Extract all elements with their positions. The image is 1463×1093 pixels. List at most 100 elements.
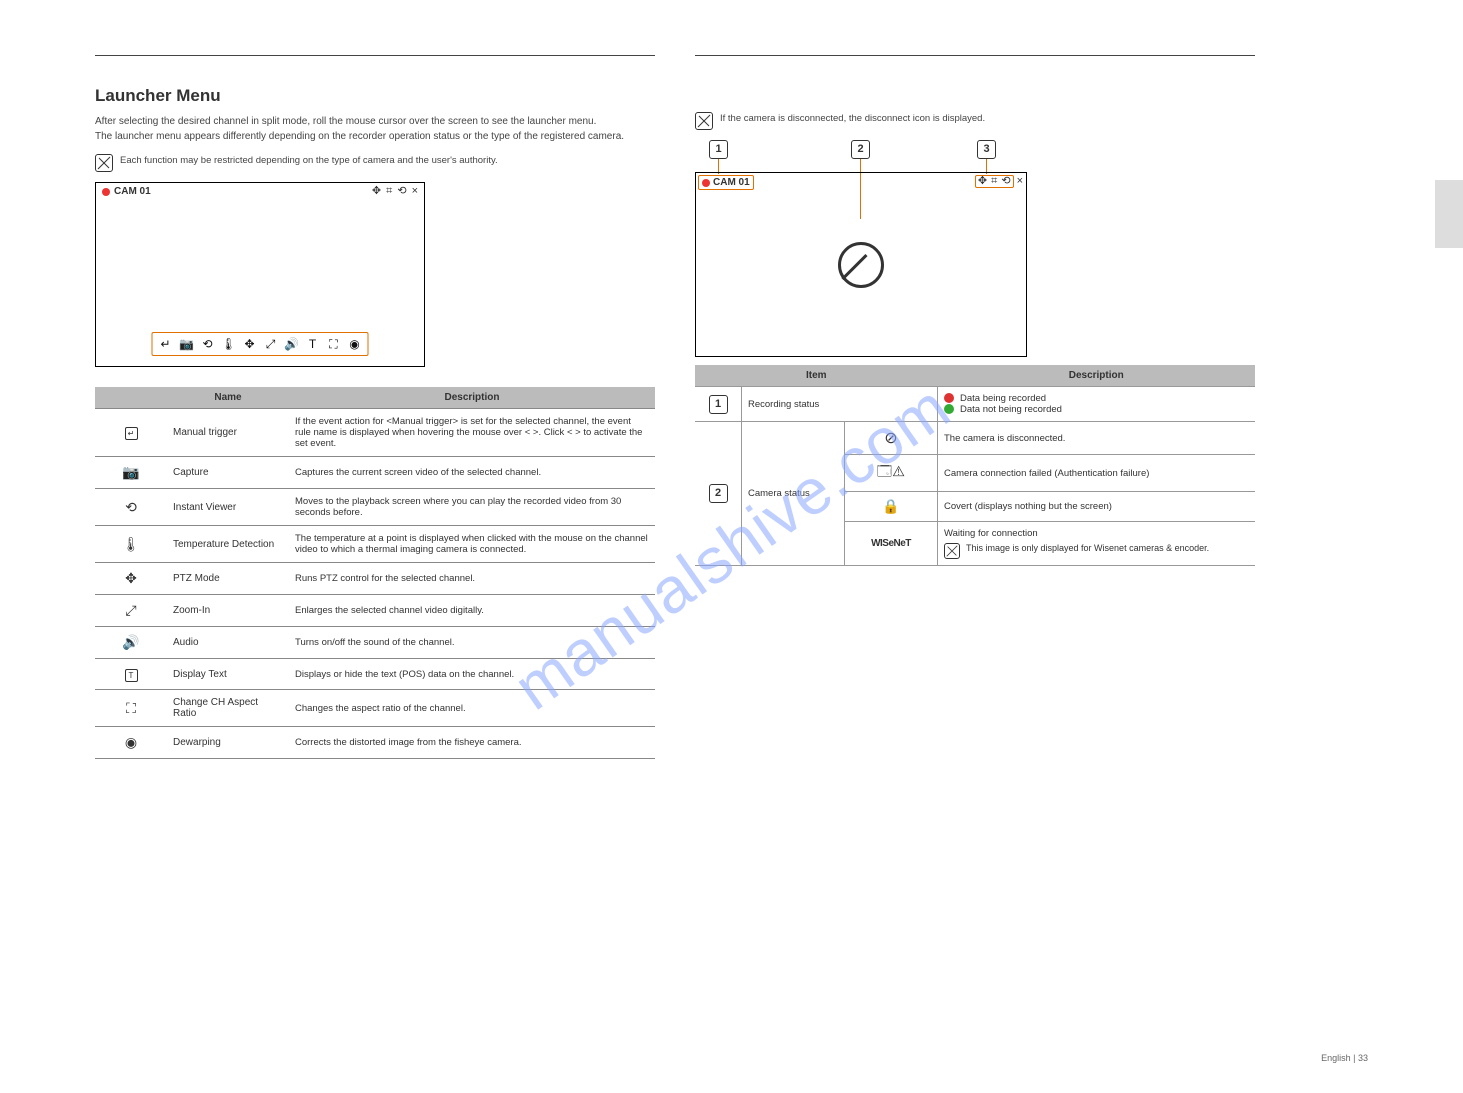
- ptz-icon: ✥: [243, 337, 257, 351]
- thermometer-icon: 🌡: [222, 337, 236, 351]
- ptz-icon: ✥: [95, 563, 167, 595]
- cell-desc: Displays or hide the text (POS) data on …: [289, 659, 655, 690]
- note-row-right: If the camera is disconnected, the disco…: [695, 112, 1255, 130]
- note-icon: [695, 112, 713, 130]
- zoom-in-icon: ⤢: [264, 337, 278, 351]
- trigger-icon: ↵: [125, 427, 138, 440]
- cell-name: Dewarping: [167, 727, 289, 759]
- cell-name: Change CH Aspect Ratio: [167, 690, 289, 727]
- table-row: ⤢ Zoom-In Enlarges the selected channel …: [95, 595, 655, 627]
- text-icon: T: [306, 337, 320, 351]
- table-row: T Display Text Displays or hide the text…: [95, 659, 655, 690]
- note-icon: [95, 154, 113, 172]
- callout-3: 3: [977, 140, 996, 159]
- zoom-in-icon: ⤢: [95, 595, 167, 627]
- capture-icon: 📷: [95, 457, 167, 489]
- cell-desc: Enlarges the selected channel video digi…: [289, 595, 655, 627]
- dewarp-icon: ◉: [95, 727, 167, 759]
- disconnected-icon: ⊘: [845, 422, 938, 455]
- cell-name: Zoom-In: [167, 595, 289, 627]
- cell-desc: Captures the current screen video of the…: [289, 457, 655, 489]
- marker-2-cell: 2: [709, 484, 728, 503]
- cell-name: Capture: [167, 457, 289, 489]
- th-desc: Description: [289, 387, 655, 409]
- cell-name: Manual trigger: [167, 409, 289, 457]
- ui-preview-box-2: CAM 01 ✥ ⌗ ⟲ ×: [695, 172, 1027, 357]
- table-row: ◉ Dewarping Corrects the distorted image…: [95, 727, 655, 759]
- top-right-icon-row: ✥ ⌗ ⟲ ×: [372, 186, 418, 197]
- table-row: 🌡 Temperature Detection The temperature …: [95, 526, 655, 563]
- table-row: 2 Camera status ⊘ The camera is disconne…: [695, 422, 1255, 455]
- record-dot-icon: [702, 179, 710, 187]
- table-row: ✥ PTZ Mode Runs PTZ control for the sele…: [95, 563, 655, 595]
- cell-desc: Changes the aspect ratio of the channel.: [289, 690, 655, 727]
- instant-viewer-icon: ⟲: [95, 489, 167, 526]
- cell-desc: Covert (displays nothing but the screen): [938, 492, 1256, 522]
- zoom-box-icon: ⌗: [991, 176, 997, 187]
- table-row: 🔊 Audio Turns on/off the sound of the ch…: [95, 627, 655, 659]
- record-dot-icon: [102, 188, 110, 196]
- note-text-right: If the camera is disconnected, the disco…: [720, 112, 985, 130]
- camera-status-table: Item Description 1 Recording status Data…: [695, 365, 1255, 566]
- table-row: 1 Recording status Data being recorded D…: [695, 387, 1255, 422]
- disconnected-icon: [838, 242, 884, 288]
- cell-desc: Runs PTZ control for the selected channe…: [289, 563, 655, 595]
- th-name: Name: [167, 387, 289, 409]
- cell-desc: Moves to the playback screen where you c…: [289, 489, 655, 526]
- audio-icon: 🔊: [95, 627, 167, 659]
- close-icon: ×: [1017, 176, 1023, 187]
- table-row: 📷 Capture Captures the current screen vi…: [95, 457, 655, 489]
- close-icon: ×: [412, 186, 418, 197]
- cam-label-text: CAM 01: [713, 177, 750, 188]
- move-icon: ✥: [372, 186, 381, 197]
- table-row: ↵ Manual trigger If the event action for…: [95, 409, 655, 457]
- cell-desc: Corrects the distorted image from the fi…: [289, 727, 655, 759]
- instant-icon: ⟲: [1001, 176, 1010, 187]
- cam-label: CAM 01: [102, 186, 151, 197]
- section-title-launcher: Launcher Menu: [95, 86, 655, 106]
- auth-fail-icon: 🗔⚠: [845, 455, 938, 492]
- cell-desc: Turns on/off the sound of the channel.: [289, 627, 655, 659]
- cell-name: PTZ Mode: [167, 563, 289, 595]
- table-row: ⛶ Change CH Aspect Ratio Changes the asp…: [95, 690, 655, 727]
- ui-preview-box: CAM 01 ✥ ⌗ ⟲ × ↵ 📷 ⟲ 🌡 ✥ ⤢ 🔊 T ⛶ ◉: [95, 182, 425, 367]
- cell-label: Recording status: [742, 387, 938, 422]
- wisenet-logo: WISeNeT: [845, 522, 938, 566]
- lock-icon: 🔒: [845, 492, 938, 522]
- text-icon: T: [125, 669, 138, 682]
- page: manualshive.com Launcher Menu After sele…: [0, 0, 1463, 1093]
- table-row: ⟲ Instant Viewer Moves to the playback s…: [95, 489, 655, 526]
- note-text: Each function may be restricted dependin…: [120, 154, 498, 172]
- cell-name: Audio: [167, 627, 289, 659]
- cell-desc: Camera connection failed (Authentication…: [938, 455, 1256, 492]
- cell-desc: Waiting for connection This image is onl…: [938, 522, 1256, 566]
- cell-desc: The camera is disconnected.: [938, 422, 1256, 455]
- cell-desc: The temperature at a point is displayed …: [289, 526, 655, 563]
- trigger-icon: ↵: [159, 337, 173, 351]
- aspect-icon: ⛶: [95, 690, 167, 727]
- cell-name: Temperature Detection: [167, 526, 289, 563]
- cell-desc: Data being recorded Data not being recor…: [938, 387, 1256, 422]
- cell-label: Camera status: [742, 422, 845, 566]
- callout-2: 2: [851, 140, 870, 159]
- launcher-bar: ↵ 📷 ⟲ 🌡 ✥ ⤢ 🔊 T ⛶ ◉: [152, 332, 369, 356]
- th-desc-2: Description: [938, 365, 1256, 387]
- launcher-table: Name Description ↵ Manual trigger If the…: [95, 387, 655, 759]
- green-dot-icon: [944, 404, 954, 414]
- cell-name: Display Text: [167, 659, 289, 690]
- cam-label-text: CAM 01: [114, 186, 151, 197]
- right-page-tab: [1435, 180, 1463, 248]
- dewarp-icon: ◉: [348, 337, 362, 351]
- aspect-icon: ⛶: [327, 337, 341, 351]
- note-icon: [944, 543, 960, 559]
- instant-viewer-icon: ⟲: [201, 337, 215, 351]
- move-icon: ✥: [978, 176, 987, 187]
- intro-text: After selecting the desired channel in s…: [95, 114, 655, 144]
- zoom-box-icon: ⌗: [386, 186, 392, 197]
- red-dot-icon: [944, 393, 954, 403]
- audio-icon: 🔊: [285, 337, 299, 351]
- marker-1-cell: 1: [709, 395, 728, 414]
- left-column: Launcher Menu After selecting the desire…: [95, 55, 655, 759]
- note-row: Each function may be restricted dependin…: [95, 154, 655, 172]
- thermometer-icon: 🌡: [95, 526, 167, 563]
